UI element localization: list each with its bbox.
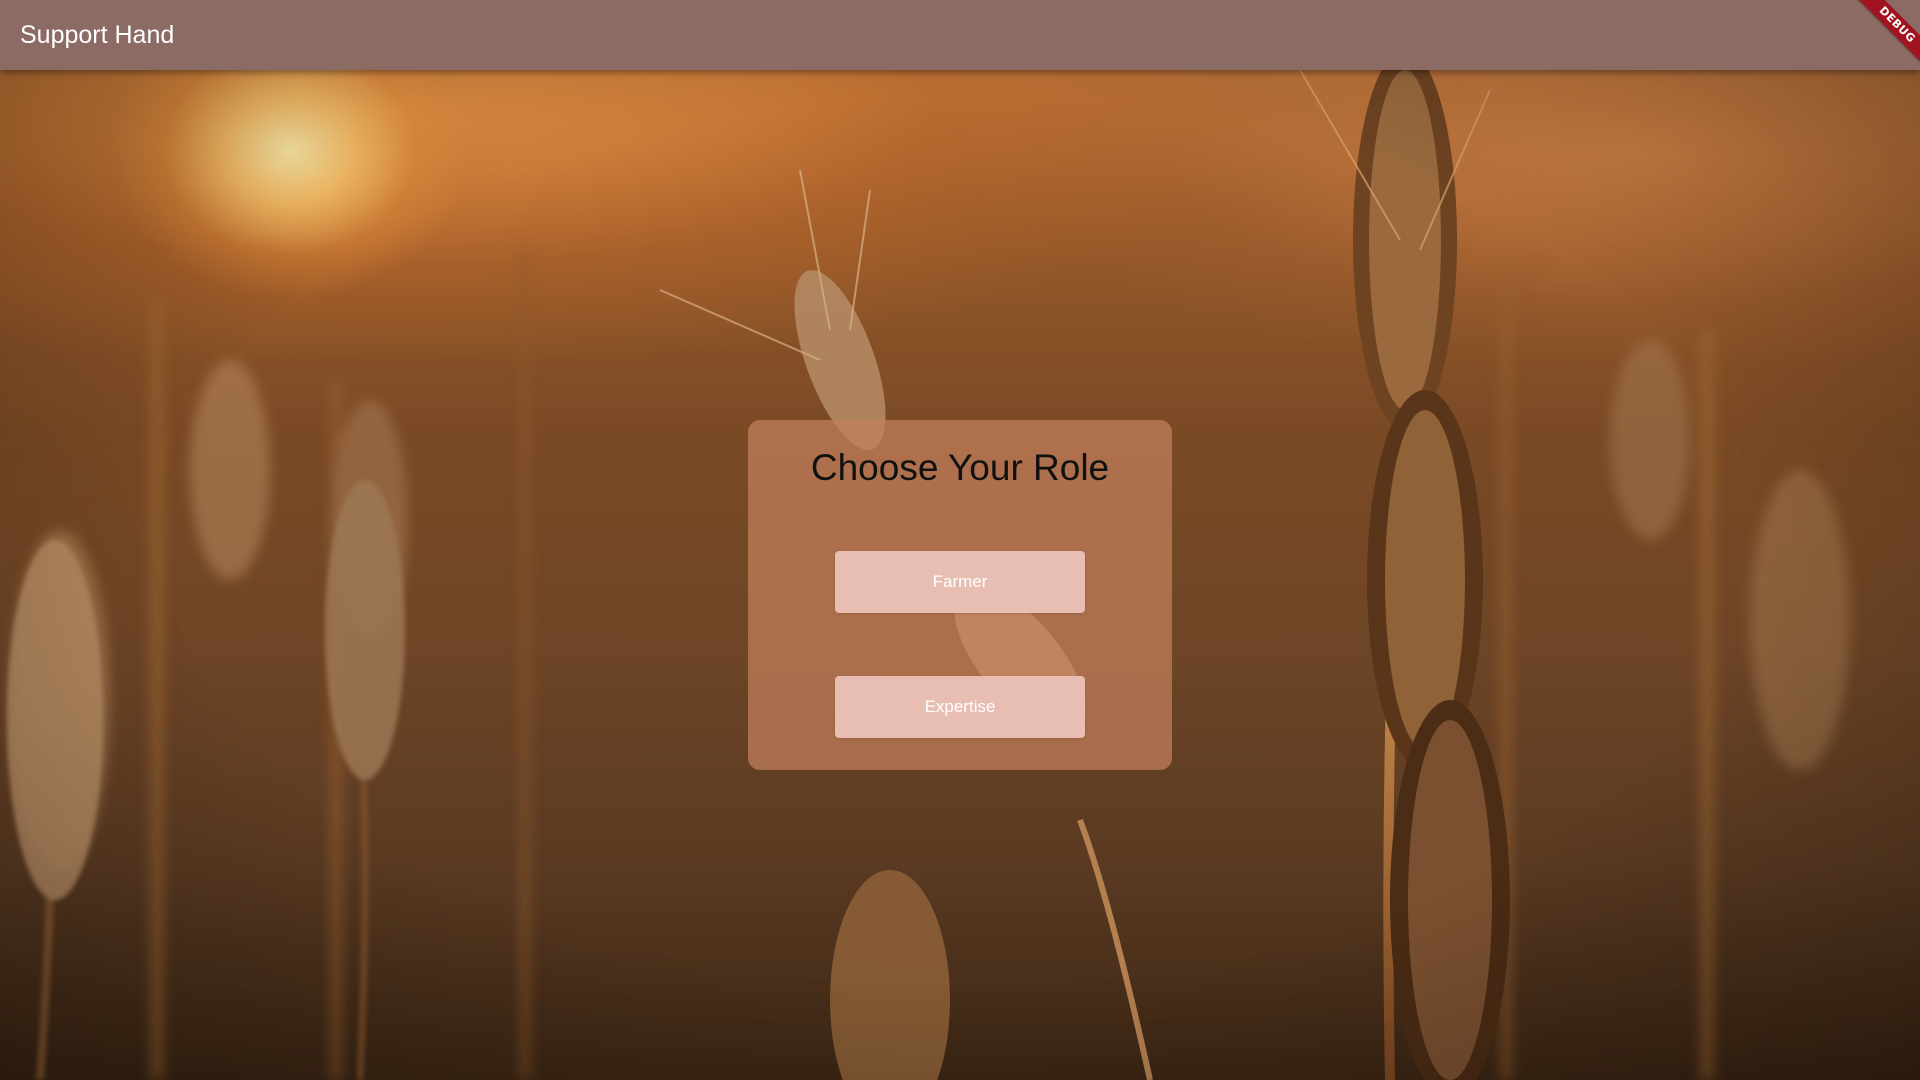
debug-banner: DEBUG: [1850, 0, 1920, 70]
app-title: Support Hand: [20, 21, 175, 49]
role-selection-heading: Choose Your Role: [810, 447, 1110, 488]
farmer-role-button[interactable]: Farmer: [835, 551, 1085, 613]
role-selection-card: Choose Your Role Farmer Expertise: [748, 420, 1172, 770]
app-bar: Support Hand: [0, 0, 1920, 70]
debug-banner-label: DEBUG: [1851, 0, 1920, 70]
expertise-role-button[interactable]: Expertise: [835, 676, 1085, 738]
